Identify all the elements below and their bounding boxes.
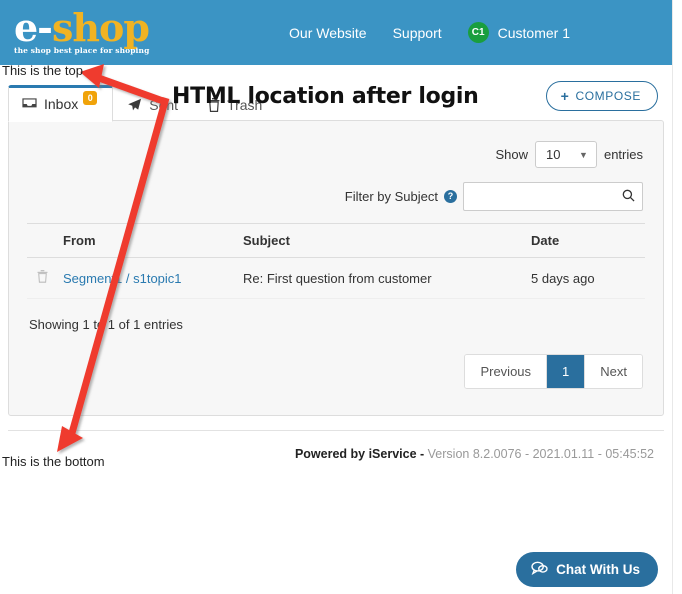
filter-label: Filter by Subject <box>344 189 438 204</box>
chat-with-us-button[interactable]: Chat With Us <box>516 552 658 587</box>
user-menu[interactable]: C1 Customer 1 <box>467 22 570 43</box>
show-label: Show <box>495 147 528 162</box>
table-header-row: From Subject Date <box>27 223 645 258</box>
tab-inbox[interactable]: Inbox 0 <box>8 85 114 122</box>
footer-powered-by: Powered by iService - <box>294 447 425 461</box>
datatable-filter-control: Filter by Subject ? <box>27 182 645 211</box>
annotation-bottom-label: This is the bottom <box>2 454 105 469</box>
mail-from-link[interactable]: Segment1 / s1topic1 <box>63 271 182 286</box>
filter-input-wrap <box>463 182 643 211</box>
pagination-next[interactable]: Next <box>585 355 642 388</box>
annotation-top-label: This is the top <box>2 63 83 78</box>
inbox-unread-badge: 0 <box>83 91 98 105</box>
footer-version: Version 8.2.0076 - 2021.01.11 - 05:45:52 <box>424 447 654 461</box>
datatable-info: Showing 1 to 1 of 1 entries <box>29 317 183 332</box>
page-length-select[interactable]: 10 <box>534 141 597 168</box>
col-header-date[interactable]: Date <box>525 223 645 258</box>
header-nav: Our Website Support C1 Customer 1 <box>289 22 656 43</box>
row-subject-cell: Re: First question from customer <box>237 257 525 299</box>
compose-button[interactable]: + COMPOSE <box>545 81 658 111</box>
right-gutter <box>672 0 682 594</box>
trash-icon[interactable] <box>37 270 48 286</box>
filter-subject-input[interactable] <box>463 182 643 211</box>
avatar: C1 <box>467 22 489 43</box>
plus-icon: + <box>560 88 570 104</box>
entries-label: entries <box>603 147 643 162</box>
row-date-cell: 5 days ago <box>525 257 645 299</box>
paper-plane-icon <box>127 98 142 112</box>
compose-button-label: COMPOSE <box>575 89 641 103</box>
logo-text-shop: shop <box>51 4 150 50</box>
mail-table-head: From Subject Date <box>27 223 645 258</box>
logo-wordmark: e-shop <box>14 8 150 46</box>
pagination-wrap: Previous 1 Next <box>27 354 645 389</box>
nav-support[interactable]: Support <box>393 25 442 41</box>
chat-bubble-icon <box>531 561 548 578</box>
chat-with-us-label: Chat With Us <box>556 562 640 577</box>
mail-table-body: Segment1 / s1topic1 Re: First question f… <box>27 257 645 299</box>
tab-inbox-label: Inbox <box>44 96 79 112</box>
col-header-from[interactable]: From <box>57 223 237 258</box>
row-delete-cell[interactable] <box>27 257 57 299</box>
pagination-page-1[interactable]: 1 <box>547 355 586 388</box>
site-logo[interactable]: e-shop the shop best place for shoping <box>14 8 150 55</box>
user-name-label: Customer 1 <box>497 24 570 41</box>
mailbox-panel: Show 10 ▼ entries Filter by Subject ? Fr… <box>8 120 664 416</box>
logo-tagline: the shop best place for shoping <box>14 45 150 55</box>
help-icon[interactable]: ? <box>444 190 457 203</box>
site-header: e-shop the shop best place for shoping O… <box>0 0 672 65</box>
mail-table: From Subject Date Segment1 / s1topic1 Re… <box>27 223 645 299</box>
pagination: Previous 1 Next <box>464 354 643 389</box>
page-length-select-wrap: 10 ▼ <box>534 141 597 168</box>
annotation-title: HTML location after login <box>172 84 479 109</box>
inbox-icon <box>22 97 37 111</box>
datatable-length-control: Show 10 ▼ entries <box>27 135 645 168</box>
site-footer: Powered by iService - Version 8.2.0076 -… <box>8 431 664 461</box>
table-row[interactable]: Segment1 / s1topic1 Re: First question f… <box>27 257 645 299</box>
logo-text-e: e- <box>14 4 53 50</box>
row-from-cell: Segment1 / s1topic1 <box>57 257 237 299</box>
main-content: Inbox 0 Sent Trash + COMPOSE Show 10 ▼ e… <box>0 65 672 461</box>
col-header-delete[interactable] <box>27 223 57 258</box>
nav-our-website[interactable]: Our Website <box>289 25 367 41</box>
col-header-subject[interactable]: Subject <box>237 223 525 258</box>
pagination-previous[interactable]: Previous <box>465 355 548 388</box>
